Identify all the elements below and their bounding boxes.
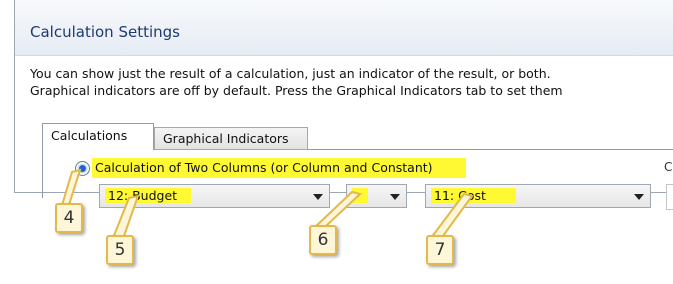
tab-calculations[interactable]: Calculations — [42, 123, 154, 150]
callout-5: 5 — [106, 235, 134, 265]
callout-7: 7 — [426, 235, 454, 265]
callout-6: 6 — [309, 225, 337, 255]
callout-4: 4 — [55, 203, 83, 233]
tab-calculations-label: Calculations — [51, 128, 128, 143]
callout-7-tail — [428, 192, 474, 240]
callout-6-tail — [310, 190, 363, 230]
callout-5-tail — [111, 194, 140, 240]
